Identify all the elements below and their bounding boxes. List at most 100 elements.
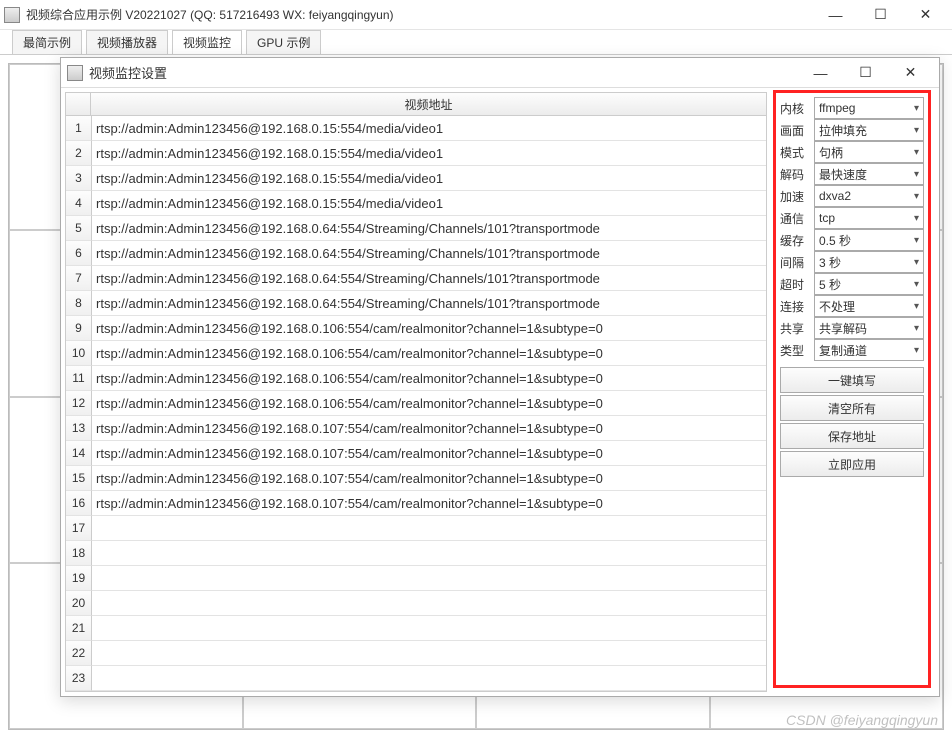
action-button-3[interactable]: 立即应用 [780,451,924,477]
tab-1[interactable]: 视频播放器 [86,30,168,54]
url-cell[interactable] [92,616,766,641]
url-cell[interactable]: rtsp://admin:Admin123456@192.168.0.106:5… [92,391,766,416]
table-row[interactable]: 12rtsp://admin:Admin123456@192.168.0.106… [66,391,766,416]
table-row[interactable]: 7rtsp://admin:Admin123456@192.168.0.64:5… [66,266,766,291]
table-row[interactable]: 14rtsp://admin:Admin123456@192.168.0.107… [66,441,766,466]
url-cell[interactable]: rtsp://admin:Admin123456@192.168.0.15:55… [92,116,766,141]
column-header-url[interactable]: 视频地址 [91,92,767,116]
row-number[interactable]: 1 [66,116,92,141]
setting-combo-缓存[interactable]: 0.5 秒 [814,229,924,251]
row-number[interactable]: 21 [66,616,92,641]
url-table[interactable]: 视频地址 1rtsp://admin:Admin123456@192.168.0… [61,88,771,696]
setting-combo-加速[interactable]: dxva2 [814,185,924,207]
setting-combo-解码[interactable]: 最快速度 [814,163,924,185]
setting-combo-间隔[interactable]: 3 秒 [814,251,924,273]
row-number[interactable]: 18 [66,541,92,566]
tab-0[interactable]: 最简示例 [12,30,82,54]
url-cell[interactable]: rtsp://admin:Admin123456@192.168.0.106:5… [92,316,766,341]
setting-row-8: 超时5 秒 [780,273,924,295]
setting-combo-模式[interactable]: 句柄 [814,141,924,163]
url-cell[interactable] [92,591,766,616]
table-row[interactable]: 13rtsp://admin:Admin123456@192.168.0.107… [66,416,766,441]
table-row[interactable]: 15rtsp://admin:Admin123456@192.168.0.107… [66,466,766,491]
row-number[interactable]: 12 [66,391,92,416]
url-cell[interactable]: rtsp://admin:Admin123456@192.168.0.107:5… [92,491,766,516]
table-row[interactable]: 11rtsp://admin:Admin123456@192.168.0.106… [66,366,766,391]
table-row[interactable]: 6rtsp://admin:Admin123456@192.168.0.64:5… [66,241,766,266]
setting-row-10: 共享共享解码 [780,317,924,339]
row-number[interactable]: 6 [66,241,92,266]
row-number[interactable]: 10 [66,341,92,366]
setting-combo-超时[interactable]: 5 秒 [814,273,924,295]
row-number[interactable]: 3 [66,166,92,191]
table-row[interactable]: 2rtsp://admin:Admin123456@192.168.0.15:5… [66,141,766,166]
table-row[interactable]: 22 [66,641,766,666]
row-number[interactable]: 14 [66,441,92,466]
setting-combo-内核[interactable]: ffmpeg [814,97,924,119]
table-row[interactable]: 4rtsp://admin:Admin123456@192.168.0.15:5… [66,191,766,216]
url-cell[interactable]: rtsp://admin:Admin123456@192.168.0.106:5… [92,341,766,366]
setting-combo-类型[interactable]: 复制通道 [814,339,924,361]
row-number[interactable]: 13 [66,416,92,441]
setting-combo-通信[interactable]: tcp [814,207,924,229]
setting-combo-连接[interactable]: 不处理 [814,295,924,317]
table-row[interactable]: 20 [66,591,766,616]
row-number[interactable]: 8 [66,291,92,316]
table-row[interactable]: 19 [66,566,766,591]
tab-2[interactable]: 视频监控 [172,30,242,54]
url-cell[interactable] [92,516,766,541]
row-number[interactable]: 5 [66,216,92,241]
table-row[interactable]: 8rtsp://admin:Admin123456@192.168.0.64:5… [66,291,766,316]
row-number[interactable]: 16 [66,491,92,516]
action-button-1[interactable]: 清空所有 [780,395,924,421]
setting-combo-画面[interactable]: 拉伸填充 [814,119,924,141]
url-cell[interactable] [92,641,766,666]
url-cell[interactable]: rtsp://admin:Admin123456@192.168.0.106:5… [92,366,766,391]
url-cell[interactable]: rtsp://admin:Admin123456@192.168.0.107:5… [92,466,766,491]
dialog-minimize-button[interactable]: — [798,59,843,87]
table-row[interactable]: 23 [66,666,766,691]
corner-header [65,92,91,116]
table-row[interactable]: 1rtsp://admin:Admin123456@192.168.0.15:5… [66,116,766,141]
url-cell[interactable]: rtsp://admin:Admin123456@192.168.0.64:55… [92,241,766,266]
url-cell[interactable] [92,541,766,566]
url-cell[interactable]: rtsp://admin:Admin123456@192.168.0.64:55… [92,216,766,241]
table-row[interactable]: 5rtsp://admin:Admin123456@192.168.0.64:5… [66,216,766,241]
url-cell[interactable]: rtsp://admin:Admin123456@192.168.0.64:55… [92,291,766,316]
row-number[interactable]: 15 [66,466,92,491]
url-cell[interactable] [92,666,766,691]
url-cell[interactable]: rtsp://admin:Admin123456@192.168.0.15:55… [92,191,766,216]
row-number[interactable]: 9 [66,316,92,341]
table-row[interactable]: 9rtsp://admin:Admin123456@192.168.0.106:… [66,316,766,341]
url-cell[interactable] [92,566,766,591]
maximize-button[interactable]: ☐ [858,1,903,29]
table-row[interactable]: 10rtsp://admin:Admin123456@192.168.0.106… [66,341,766,366]
tab-3[interactable]: GPU 示例 [246,30,321,54]
table-row[interactable]: 17 [66,516,766,541]
dialog-close-button[interactable]: ✕ [888,59,933,87]
row-number[interactable]: 2 [66,141,92,166]
url-cell[interactable]: rtsp://admin:Admin123456@192.168.0.107:5… [92,441,766,466]
row-number[interactable]: 7 [66,266,92,291]
table-row[interactable]: 16rtsp://admin:Admin123456@192.168.0.107… [66,491,766,516]
action-button-2[interactable]: 保存地址 [780,423,924,449]
row-number[interactable]: 11 [66,366,92,391]
row-number[interactable]: 19 [66,566,92,591]
minimize-button[interactable]: — [813,1,858,29]
row-number[interactable]: 17 [66,516,92,541]
table-row[interactable]: 21 [66,616,766,641]
row-number[interactable]: 22 [66,641,92,666]
close-button[interactable]: ✕ [903,1,948,29]
url-cell[interactable]: rtsp://admin:Admin123456@192.168.0.15:55… [92,141,766,166]
setting-combo-共享[interactable]: 共享解码 [814,317,924,339]
url-cell[interactable]: rtsp://admin:Admin123456@192.168.0.64:55… [92,266,766,291]
action-button-0[interactable]: 一键填写 [780,367,924,393]
url-cell[interactable]: rtsp://admin:Admin123456@192.168.0.107:5… [92,416,766,441]
url-cell[interactable]: rtsp://admin:Admin123456@192.168.0.15:55… [92,166,766,191]
dialog-maximize-button[interactable]: ☐ [843,59,888,87]
table-row[interactable]: 18 [66,541,766,566]
row-number[interactable]: 23 [66,666,92,691]
table-row[interactable]: 3rtsp://admin:Admin123456@192.168.0.15:5… [66,166,766,191]
row-number[interactable]: 20 [66,591,92,616]
row-number[interactable]: 4 [66,191,92,216]
